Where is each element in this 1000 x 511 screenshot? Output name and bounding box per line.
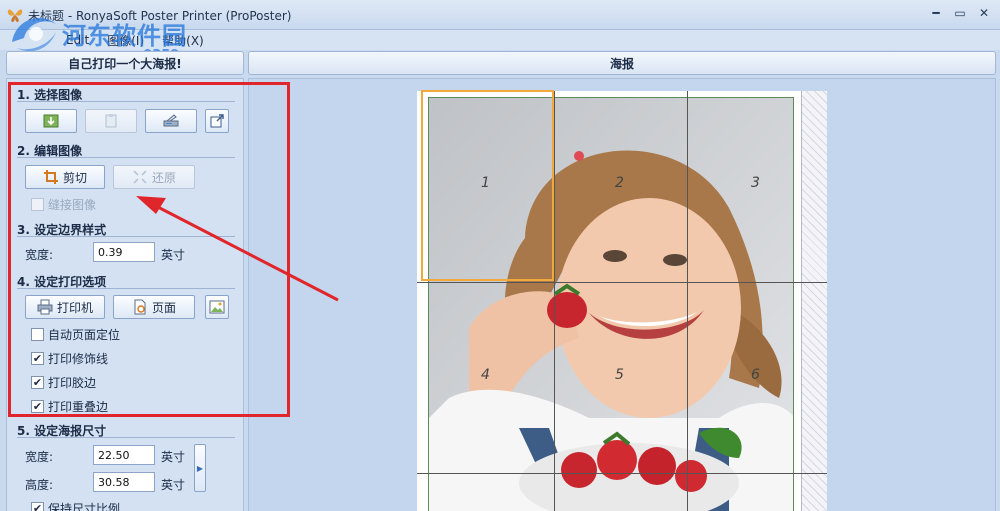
section-divider <box>17 288 235 289</box>
page-setup-icon <box>134 299 146 315</box>
settings-panel: 1. 选择图像 2. 编辑图像 剪切 还原 缝接图像 3. 设定边界样式 宽度:… <box>6 78 244 511</box>
export-image-button[interactable] <box>205 109 229 133</box>
checkbox-box: ✔ <box>31 376 44 389</box>
expand-size-arrow-button[interactable]: ▶ <box>194 444 206 492</box>
printer-icon <box>37 299 53 315</box>
external-link-icon <box>210 114 224 128</box>
scanner-icon <box>163 114 179 127</box>
poster-width-unit: 英寸 <box>161 450 186 464</box>
poster-width-label: 宽度: <box>25 450 54 464</box>
butterfly-app-icon <box>7 9 23 22</box>
print-overlap-edge-checkbox[interactable]: ✔ 打印重叠边 <box>31 398 108 415</box>
page-setup-button[interactable]: 页面 <box>113 295 195 319</box>
scan-image-button[interactable] <box>145 109 197 133</box>
cut-button[interactable]: 剪切 <box>25 165 105 189</box>
poster-width-input[interactable] <box>93 445 155 465</box>
paste-image-button[interactable] <box>85 109 137 133</box>
menu-help[interactable]: 帮助(X) <box>162 32 204 49</box>
section-divider <box>17 236 235 237</box>
auto-page-position-checkbox[interactable]: 自动页面定位 <box>31 326 120 343</box>
checkbox-box: ✔ <box>31 400 44 413</box>
checkbox-box: ✔ <box>31 352 44 365</box>
open-image-icon <box>43 114 59 128</box>
poster-height-label: 高度: <box>25 478 54 492</box>
tile-grid-line <box>687 91 688 511</box>
print-glue-edge-checkbox[interactable]: ✔ 打印胶边 <box>31 374 96 391</box>
border-width-input[interactable] <box>93 242 155 262</box>
menu-image[interactable]: 图像(I) <box>107 32 144 49</box>
checkbox-box: ✔ <box>31 502 44 511</box>
minimize-button[interactable]: ━ <box>926 4 946 22</box>
restore-icon <box>133 170 147 184</box>
printer-button[interactable]: 打印机 <box>25 295 105 319</box>
tile-number-5[interactable]: 5 <box>615 367 624 383</box>
left-panel-header: 自己打印一个大海报! <box>6 51 244 75</box>
auto-page-position-label: 自动页面定位 <box>48 328 121 342</box>
overlap-margin-hatch <box>801 91 827 511</box>
print-image-icon <box>209 300 225 314</box>
poster-preview-area: 1 2 3 4 5 6 <box>248 78 996 511</box>
stitch-image-checkbox[interactable]: 缝接图像 <box>31 196 96 213</box>
section-divider <box>17 101 235 102</box>
title-bar: 未标题 - RonyaSoft Poster Printer (ProPoste… <box>0 0 1000 30</box>
section-divider <box>17 437 235 438</box>
border-width-unit: 英寸 <box>161 248 186 262</box>
print-trim-lines-label: 打印修饰线 <box>48 352 109 366</box>
selected-tile-highlight[interactable] <box>421 90 554 281</box>
maximize-button[interactable]: ▭ <box>950 4 970 22</box>
keep-ratio-checkbox[interactable]: ✔ 保持尺寸比例 <box>31 500 120 511</box>
keep-ratio-label: 保持尺寸比例 <box>48 502 121 511</box>
print-glue-edge-label: 打印胶边 <box>48 376 97 390</box>
restore-button-label: 还原 <box>151 170 176 185</box>
print-trim-lines-checkbox[interactable]: ✔ 打印修饰线 <box>31 350 108 367</box>
stitch-image-label: 缝接图像 <box>48 198 97 212</box>
tile-number-6[interactable]: 6 <box>751 367 760 383</box>
close-button[interactable]: ✕ <box>974 4 994 22</box>
checkbox-box <box>31 328 44 341</box>
cut-button-label: 剪切 <box>62 170 87 185</box>
tile-number-4[interactable]: 4 <box>481 367 490 383</box>
print-overlap-edge-label: 打印重叠边 <box>48 400 109 414</box>
print-preview-button[interactable] <box>205 295 229 319</box>
checkbox-box <box>31 198 44 211</box>
menu-edit[interactable]: Edit <box>66 33 89 47</box>
border-width-label: 宽度: <box>25 248 54 262</box>
paste-icon <box>105 114 117 128</box>
page-button-label: 页面 <box>151 300 176 315</box>
tile-grid-line <box>417 473 827 474</box>
restore-button[interactable]: 还原 <box>113 165 195 189</box>
tile-grid-line <box>417 282 827 283</box>
tile-number-3[interactable]: 3 <box>751 175 760 191</box>
poster-height-input[interactable] <box>93 472 155 492</box>
section-divider <box>17 157 235 158</box>
crop-icon <box>43 170 58 184</box>
open-image-button[interactable] <box>25 109 77 133</box>
printer-button-label: 打印机 <box>56 300 93 315</box>
tile-grid-line <box>554 91 555 511</box>
poster-tab-header[interactable]: 海报 <box>248 51 996 75</box>
menu-bar: Edit 图像(I) 帮助(X) <box>0 30 1000 50</box>
tile-number-2[interactable]: 2 <box>615 175 624 191</box>
window-title: 未标题 - RonyaSoft Poster Printer (ProPoste… <box>28 9 292 23</box>
poster-height-unit: 英寸 <box>161 478 186 492</box>
